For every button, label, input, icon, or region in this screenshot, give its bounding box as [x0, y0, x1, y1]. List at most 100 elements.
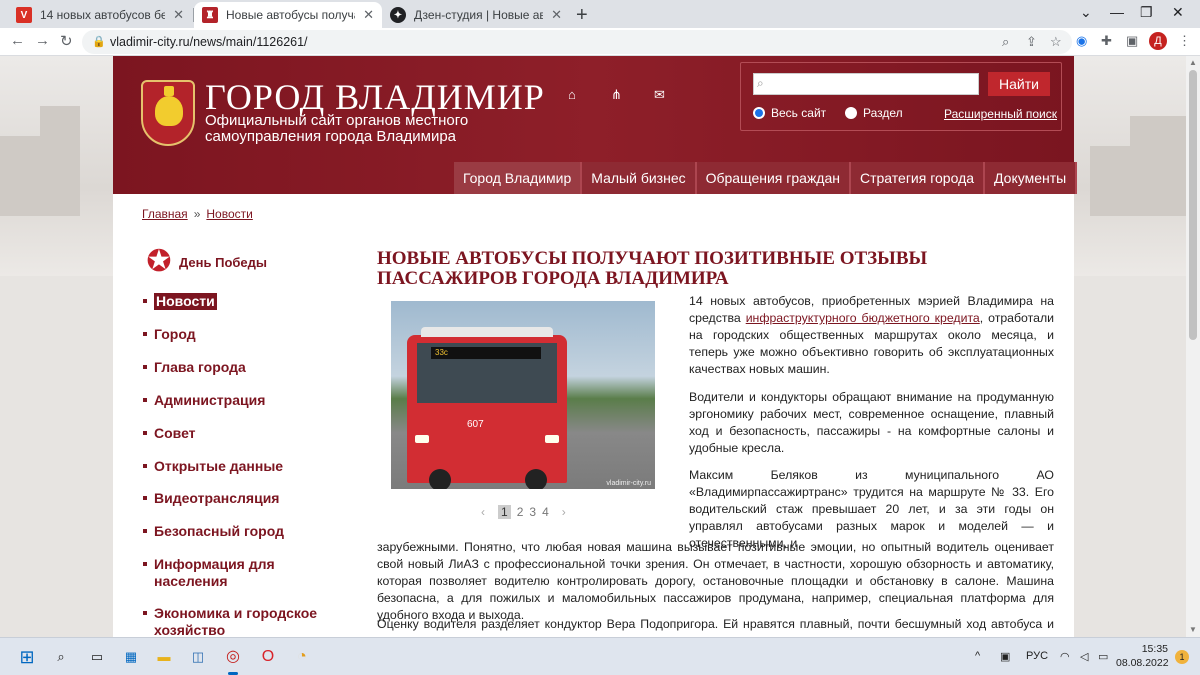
- tab-title: 14 новых автобусов безвозмез...: [40, 8, 166, 22]
- url-text[interactable]: vladimir-city.ru/news/main/1126261/: [110, 35, 308, 49]
- tab-news-2[interactable]: ♜ Новые автобусы получают пози... ✕: [194, 2, 382, 28]
- menu-kebab-icon[interactable]: ⋮: [1178, 33, 1191, 49]
- search-input[interactable]: [753, 73, 979, 95]
- nav-city-strategy[interactable]: Стратегия города: [851, 162, 986, 194]
- language-indicator[interactable]: РУС: [1026, 650, 1048, 662]
- menu-item-city[interactable]: Город: [143, 326, 196, 343]
- system-clock[interactable]: 15:35 08.08.2022: [1116, 642, 1169, 670]
- reload-icon[interactable]: ↻: [60, 32, 73, 50]
- wifi-icon[interactable]: ◠: [1060, 650, 1070, 663]
- main-navigation: Город Владимир Малый бизнес Обращения гр…: [454, 162, 1078, 194]
- bookmark-star-icon[interactable]: ☆: [1050, 34, 1062, 50]
- search-icon[interactable]: ⌕: [50, 646, 72, 668]
- chrome-icon[interactable]: ◎: [222, 646, 244, 668]
- photo-pager: ‹ 1 2 3 4 ›: [471, 505, 576, 519]
- menu-label: Город: [154, 326, 196, 342]
- nav-citizen-appeals[interactable]: Обращения граждан: [696, 162, 851, 194]
- nav-documents[interactable]: Документы: [985, 162, 1078, 194]
- search-button[interactable]: Найти: [988, 72, 1050, 96]
- side-panel-icon[interactable]: ▣: [1126, 33, 1138, 49]
- camera-extension-icon[interactable]: ◉: [1076, 33, 1087, 49]
- advanced-search-link[interactable]: Расширенный поиск: [944, 107, 1057, 121]
- victory-day-banner[interactable]: ✪ День Победы: [143, 246, 267, 278]
- tab-title: Новые автобусы получают пози...: [226, 8, 355, 22]
- extensions-puzzle-icon[interactable]: ✚: [1101, 33, 1112, 49]
- maximize-button[interactable]: ❐: [1140, 4, 1153, 21]
- pager-page[interactable]: 3: [529, 505, 536, 519]
- address-bar[interactable]: 🔒 vladimir-city.ru/news/main/1126261/ ⌕ …: [82, 30, 1072, 54]
- menu-item-news[interactable]: Новости: [143, 293, 217, 310]
- profile-avatar[interactable]: Д: [1149, 32, 1167, 50]
- menu-item-city-head[interactable]: Глава города: [143, 359, 246, 376]
- menu-item-administration[interactable]: Администрация: [143, 392, 265, 409]
- article-paragraph-3-bottom: зарубежными. Понятно, что любая новая ма…: [377, 540, 1054, 622]
- breadcrumb-home[interactable]: Главная: [142, 207, 188, 221]
- chevron-left-icon[interactable]: ‹: [481, 505, 485, 519]
- task-view-icon[interactable]: ▭: [86, 646, 108, 668]
- radio-section[interactable]: Раздел: [845, 106, 903, 120]
- pager-page[interactable]: 1: [498, 505, 511, 519]
- pager-page[interactable]: 2: [517, 505, 524, 519]
- back-icon[interactable]: ←: [10, 32, 25, 49]
- camera-icon[interactable]: ▣: [1000, 650, 1010, 663]
- opera-icon[interactable]: O: [257, 646, 279, 668]
- minimize-button[interactable]: —: [1110, 4, 1124, 20]
- radio-whole-site[interactable]: Весь сайт: [753, 106, 826, 120]
- close-icon[interactable]: ✕: [551, 7, 562, 23]
- close-window-button[interactable]: ✕: [1172, 4, 1184, 21]
- nav-small-business[interactable]: Малый бизнес: [582, 162, 697, 194]
- windows-taskbar: ⊞ ⌕ ▭ ▦ ▬ ◫ ◎ O ◔ ^ ▣ РУС ◠ ◁ ▭ 15:35 08…: [0, 637, 1200, 675]
- menu-item-safe-city[interactable]: Безопасный город: [143, 523, 284, 540]
- lock-icon[interactable]: 🔒: [92, 35, 106, 48]
- breadcrumb: Главная » Новости: [142, 207, 253, 221]
- tab-dzen[interactable]: ✦ Дзен-студия | Новые автобусы ... ✕: [382, 2, 570, 28]
- tab-news-1[interactable]: V 14 новых автобусов безвозмез... ✕: [8, 2, 192, 28]
- scroll-up-icon[interactable]: ▲: [1189, 58, 1197, 67]
- menu-item-economy[interactable]: Экономика и городское хозяйство: [143, 605, 333, 637]
- menu-item-video[interactable]: Видеотрансляция: [143, 490, 279, 507]
- article-photo[interactable]: 33с 607 vladimir-city.ru: [391, 301, 655, 489]
- notification-badge[interactable]: 1: [1175, 650, 1189, 664]
- menu-item-open-data[interactable]: Открытые данные: [143, 458, 283, 475]
- file-explorer-icon[interactable]: ▬: [153, 646, 175, 668]
- menu-label: Совет: [154, 425, 196, 441]
- clock-date: 08.08.2022: [1116, 657, 1169, 669]
- battery-icon[interactable]: ▭: [1098, 650, 1108, 663]
- forward-icon[interactable]: →: [35, 32, 50, 49]
- widgets-icon[interactable]: ▦: [120, 646, 142, 668]
- close-icon[interactable]: ✕: [363, 7, 374, 23]
- zoom-icon[interactable]: ⌕: [1002, 34, 1009, 50]
- chevron-right-icon[interactable]: ›: [562, 505, 566, 519]
- article-paragraph-4: Оценку водителя разделяет кондуктор Вера…: [377, 617, 1054, 637]
- home-icon[interactable]: ⌂: [568, 87, 576, 102]
- article-paragraph-2: Водители и кондукторы обращают внимание …: [689, 390, 1054, 455]
- app-icon[interactable]: ◫: [187, 646, 209, 668]
- windows-start-icon[interactable]: ⊞: [16, 646, 38, 668]
- city-crest-logo[interactable]: [141, 80, 195, 146]
- close-icon[interactable]: ✕: [173, 7, 184, 23]
- menu-item-public-info[interactable]: Информация для населения: [143, 556, 303, 590]
- scroll-down-icon[interactable]: ▼: [1189, 625, 1197, 634]
- bus-roof: [421, 327, 553, 337]
- page-scrollbar[interactable]: ▲ ▼: [1186, 56, 1200, 637]
- mail-icon[interactable]: ✉: [654, 87, 665, 103]
- nav-city-vladimir[interactable]: Город Владимир: [454, 162, 583, 194]
- wheel: [429, 469, 451, 489]
- volume-icon[interactable]: ◁: [1080, 650, 1088, 663]
- scrollbar-thumb[interactable]: [1189, 70, 1197, 340]
- chevron-up-icon[interactable]: ^: [975, 650, 980, 662]
- breadcrumb-news[interactable]: Новости: [206, 207, 252, 221]
- radio-selected-icon: [753, 107, 765, 119]
- radio-label: Раздел: [863, 106, 903, 120]
- tab-search-icon[interactable]: ⌄: [1080, 4, 1092, 21]
- sitemap-icon[interactable]: ⋔: [611, 87, 622, 103]
- bullet-icon: [143, 464, 147, 468]
- share-icon[interactable]: ⇪: [1026, 34, 1037, 50]
- budget-credit-link[interactable]: инфраструктурного бюджетного кредита: [746, 311, 980, 325]
- menu-item-council[interactable]: Совет: [143, 425, 196, 442]
- radio-label: Весь сайт: [771, 106, 827, 120]
- yandex-music-icon[interactable]: ◔: [291, 646, 313, 668]
- new-tab-button[interactable]: +: [576, 4, 588, 27]
- pager-page[interactable]: 4: [542, 505, 549, 519]
- search-panel: ⌕ Найти Весь сайт Раздел Расширенный пои…: [740, 62, 1062, 131]
